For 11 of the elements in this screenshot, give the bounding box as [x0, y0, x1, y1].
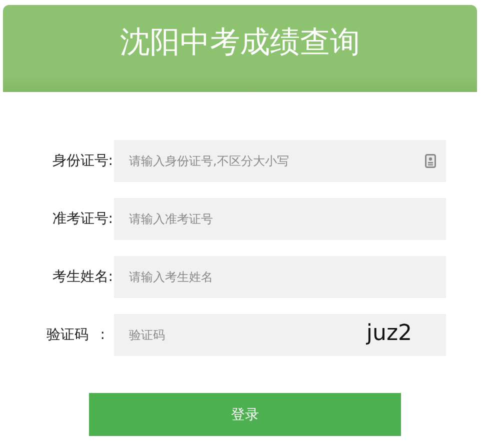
field-label: 验证码	[46, 326, 88, 344]
input-field[interactable]: 请输入身份证号,不区分大小写	[114, 140, 446, 182]
field-label: 考生姓名:	[52, 268, 113, 286]
captcha-code[interactable]: juz2	[366, 319, 412, 349]
colon-label: :	[100, 327, 105, 343]
field-label: 身份证号:	[52, 152, 113, 170]
id-card-icon	[425, 154, 436, 168]
input-field[interactable]: 请输入准考证号	[114, 198, 446, 240]
field-label: 准考证号:	[52, 210, 113, 228]
page-title: 沈阳中考成绩查询	[120, 24, 360, 62]
input-field[interactable]: 请输入考生姓名	[114, 256, 446, 298]
